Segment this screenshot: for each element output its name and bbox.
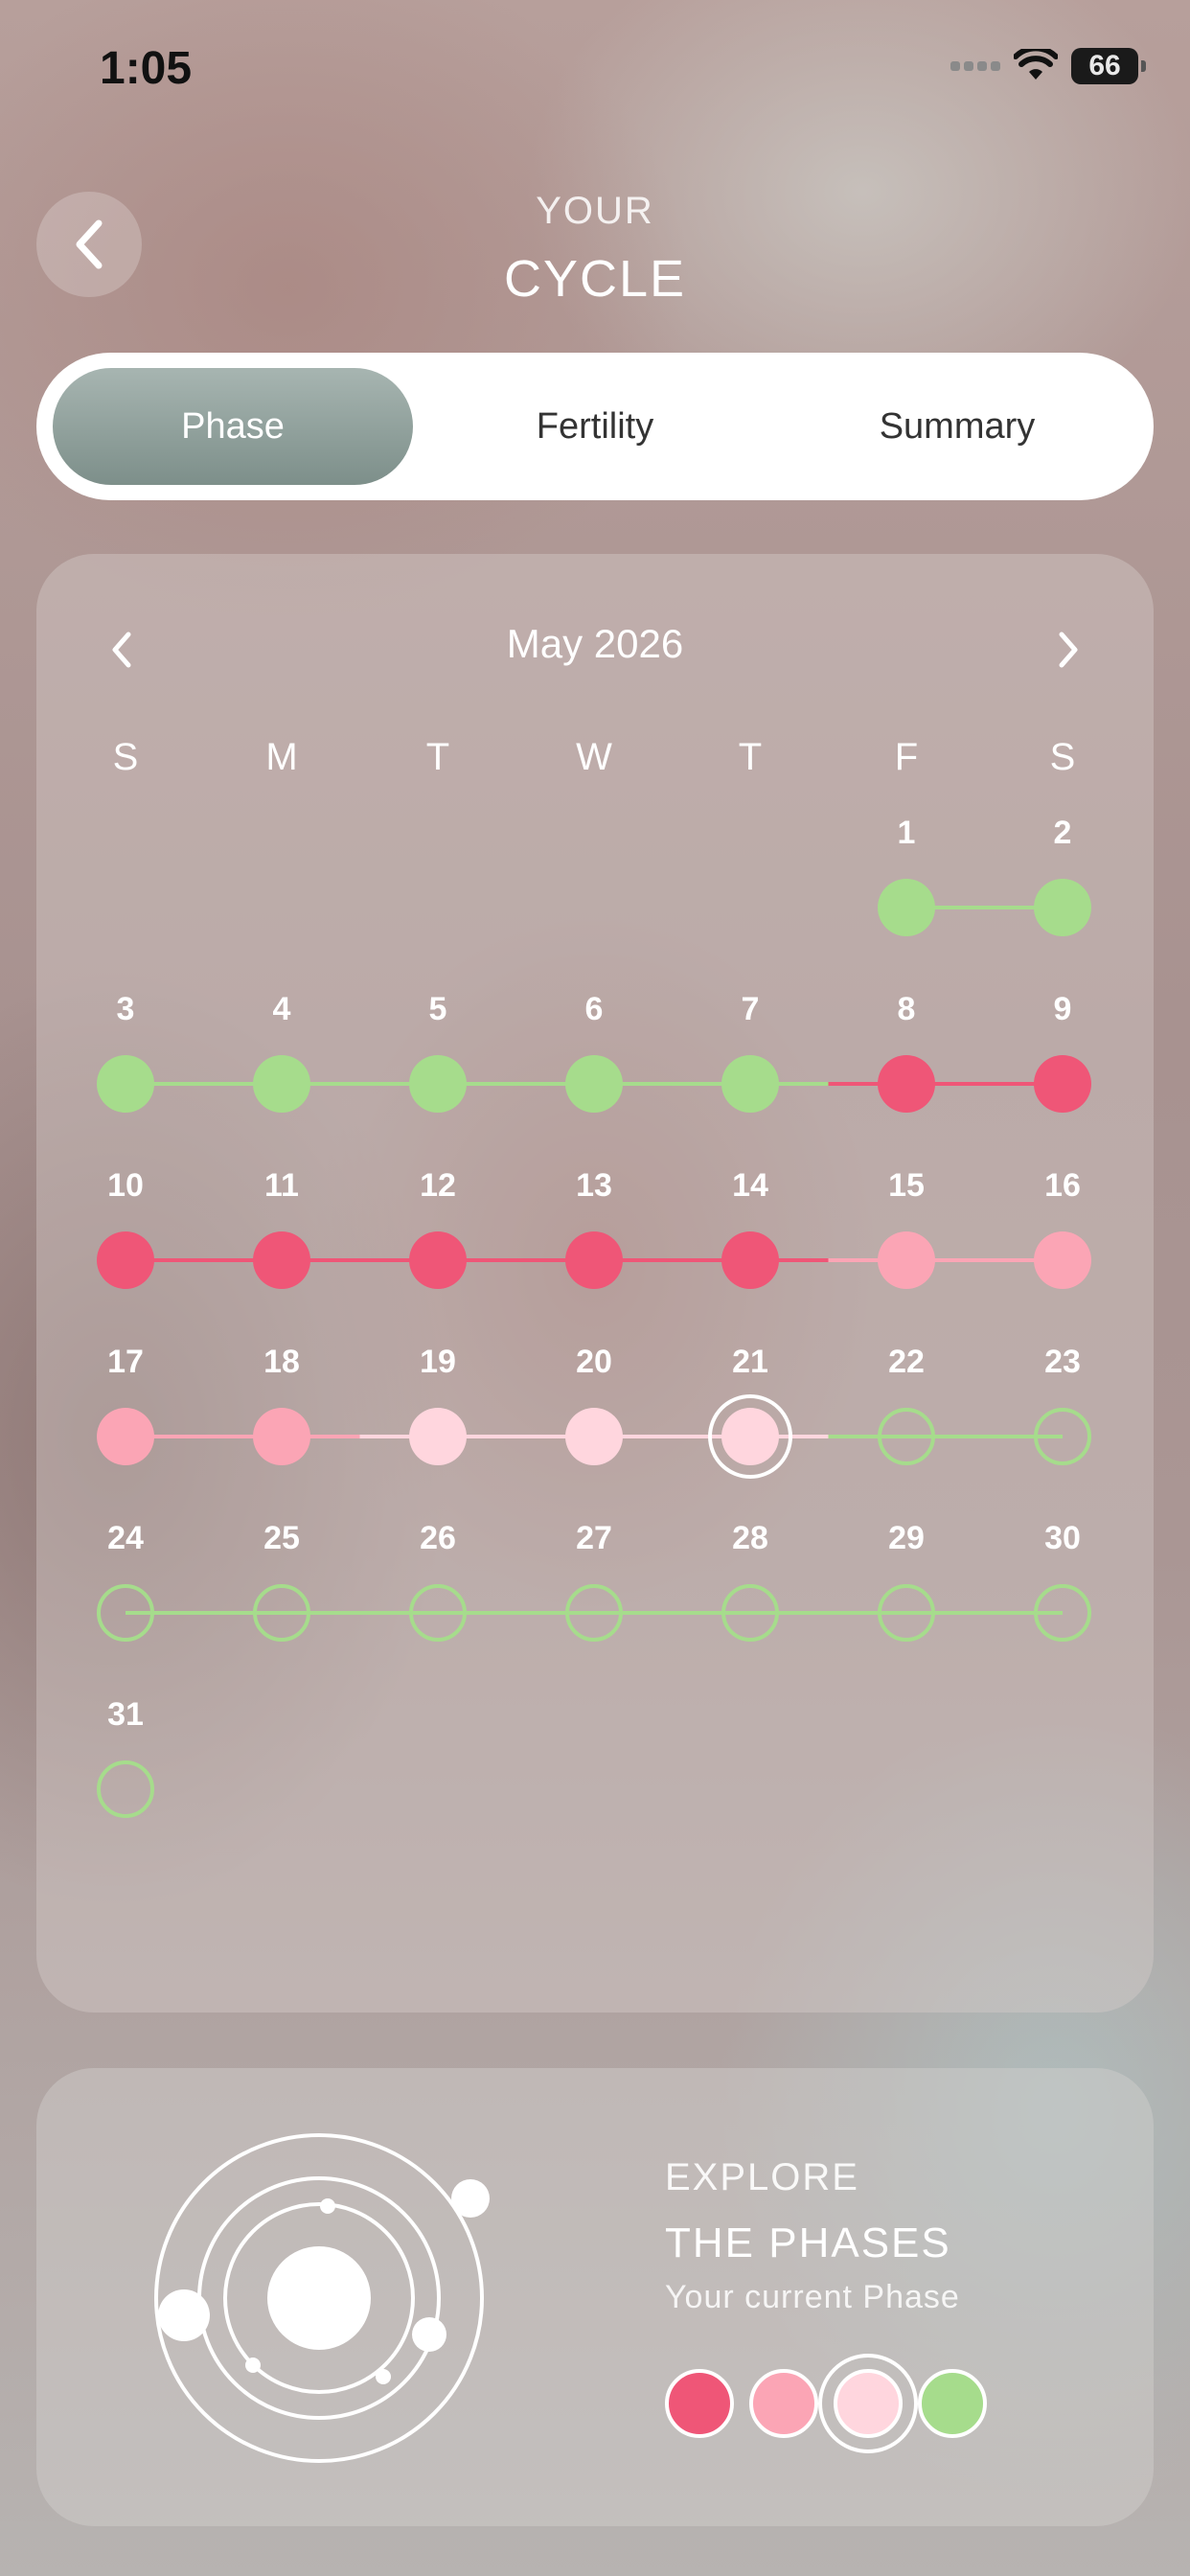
day-number: 24 (107, 1520, 144, 1556)
phase-swatch-ovulation[interactable] (749, 2369, 818, 2438)
status-bar: 1:05 66 (0, 0, 1190, 134)
day-number: 5 (429, 991, 447, 1027)
explore-subtitle: EXPLORE (665, 2156, 859, 2198)
battery-icon: 66 (1071, 48, 1146, 84)
day-number: 25 (263, 1520, 300, 1556)
day-number: 22 (888, 1344, 925, 1380)
day-marker-menstrual[interactable] (253, 1231, 310, 1289)
day-number: 11 (264, 1167, 299, 1204)
tab-summary[interactable]: Summary (777, 368, 1137, 485)
day-marker-follicular[interactable] (97, 1055, 154, 1113)
day-marker-predicted[interactable] (1034, 1584, 1091, 1642)
day-number: 2 (1054, 815, 1072, 851)
day-marker-predicted[interactable] (97, 1584, 154, 1642)
day-number: 8 (898, 991, 916, 1027)
day-number: 16 (1044, 1167, 1081, 1204)
tab-fertility[interactable]: Fertility (415, 368, 775, 485)
day-number: 23 (1044, 1344, 1081, 1380)
day-number: 4 (273, 991, 291, 1027)
phase-swatch-luteal[interactable] (834, 2369, 903, 2438)
day-marker-ovulation[interactable] (97, 1408, 154, 1465)
day-marker-predicted[interactable] (878, 1584, 935, 1642)
calendar-grid: 1 23 4 5 6 7 8 910 11 12 13 14 15 1617 18 19 20 21 22 2324 2… (97, 815, 1091, 1818)
day-marker-follicular[interactable] (565, 1055, 623, 1113)
day-marker-predicted[interactable] (565, 1584, 623, 1642)
day-marker-luteal[interactable] (409, 1408, 467, 1465)
day-number: 9 (1054, 991, 1072, 1027)
status-time: 1:05 (100, 43, 193, 94)
phase-swatch-follicular[interactable] (918, 2369, 987, 2438)
day-marker-predicted[interactable] (1034, 1408, 1091, 1465)
current-phase-caption: Your current Phase (665, 2279, 960, 2315)
day-number: 12 (420, 1167, 456, 1204)
day-number: 15 (888, 1167, 925, 1204)
day-marker-follicular[interactable] (253, 1055, 310, 1113)
day-marker-menstrual[interactable] (878, 1055, 935, 1113)
tab-phase[interactable]: Phase (53, 368, 413, 485)
cellular-signal-icon (950, 61, 1000, 71)
day-marker-follicular[interactable] (409, 1055, 467, 1113)
day-marker-menstrual[interactable] (565, 1231, 623, 1289)
day-marker-ovulation[interactable] (253, 1408, 310, 1465)
phase-swatch-menstrual[interactable] (665, 2369, 734, 2438)
page-title: CYCLE (503, 250, 687, 308)
day-marker-menstrual[interactable] (409, 1231, 467, 1289)
day-number: 1 (898, 815, 916, 851)
day-marker-menstrual[interactable] (721, 1231, 779, 1289)
day-number: 17 (107, 1344, 144, 1380)
segmented-tabs: Phase Fertility Summary (36, 353, 1154, 500)
day-marker-ovulation[interactable] (878, 1231, 935, 1289)
day-number: 10 (107, 1167, 144, 1204)
day-marker-follicular[interactable] (721, 1055, 779, 1113)
day-number: 28 (732, 1520, 768, 1556)
day-marker-predicted[interactable] (409, 1584, 467, 1642)
day-marker-ovulation[interactable] (1034, 1231, 1091, 1289)
day-number: 13 (576, 1167, 612, 1204)
explore-phases-card[interactable]: EXPLORE THE PHASES Your current Phase (36, 2068, 1154, 2526)
day-number: 29 (888, 1520, 925, 1556)
status-icons: 66 (950, 48, 1146, 84)
day-marker-predicted[interactable] (253, 1584, 310, 1642)
day-number: 6 (585, 991, 604, 1027)
day-number: 20 (576, 1344, 612, 1380)
day-number: 27 (576, 1520, 612, 1556)
day-marker-predicted[interactable] (721, 1584, 779, 1642)
day-number: 21 (732, 1344, 768, 1380)
day-number: 18 (263, 1344, 300, 1380)
day-number: 19 (420, 1344, 456, 1380)
day-marker-menstrual[interactable] (1034, 1055, 1091, 1113)
day-marker-predicted[interactable] (97, 1760, 154, 1818)
day-marker-luteal[interactable] (721, 1408, 779, 1465)
header-subtitle: YOUR (536, 190, 654, 232)
day-marker-follicular[interactable] (878, 879, 935, 936)
calendar-card: May 2026 S M T W T F S 1 2 3 4 5 6 7 8 9 10 11 12 13… (36, 554, 1154, 2012)
day-number: 7 (742, 991, 760, 1027)
day-number: 14 (732, 1167, 768, 1204)
day-marker-luteal[interactable] (565, 1408, 623, 1465)
day-number: 30 (1044, 1520, 1081, 1556)
day-number: 31 (107, 1696, 144, 1733)
day-number: 3 (117, 991, 135, 1027)
phase-legend (665, 2354, 987, 2453)
cycle-orbit-icon (154, 2133, 490, 2463)
day-marker-follicular[interactable] (1034, 879, 1091, 936)
day-marker-menstrual[interactable] (97, 1231, 154, 1289)
wifi-icon (1014, 49, 1058, 80)
day-number: 26 (420, 1520, 456, 1556)
explore-title: THE PHASES (665, 2220, 951, 2266)
day-marker-predicted[interactable] (878, 1408, 935, 1465)
